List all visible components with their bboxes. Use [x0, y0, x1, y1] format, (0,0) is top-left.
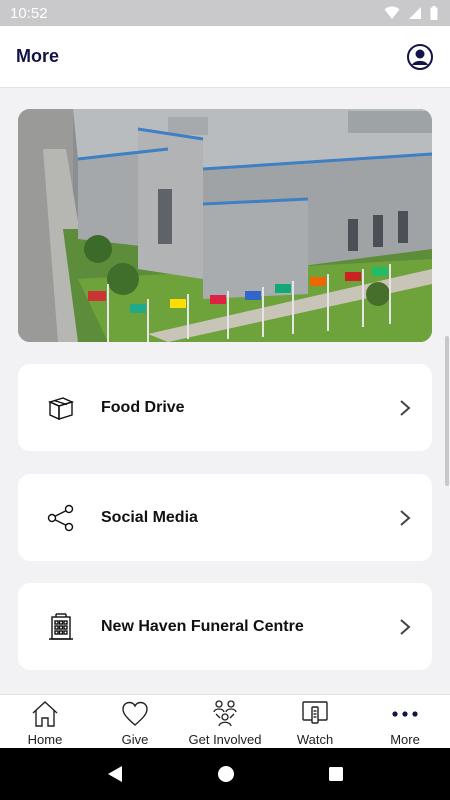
back-icon[interactable]	[106, 765, 124, 783]
status-time: 10:52	[10, 4, 48, 22]
wifi-icon	[384, 6, 400, 19]
menu-item-label: Food Drive	[101, 398, 185, 416]
hero-image	[18, 109, 432, 342]
battery-icon	[430, 6, 438, 20]
box-icon	[46, 393, 76, 423]
content-scroll[interactable]: Food Drive Social Media New Haven Funera…	[0, 88, 450, 694]
tab-watch[interactable]: Watch	[270, 695, 360, 748]
chevron-right-icon	[400, 509, 411, 526]
profile-button[interactable]	[406, 43, 434, 71]
menu-item-label: New Haven Funeral Centre	[101, 617, 304, 635]
tab-give[interactable]: Give	[90, 695, 180, 748]
heart-icon	[122, 701, 148, 726]
page-title: More	[16, 46, 60, 66]
menu-item-food-drive[interactable]: Food Drive	[18, 364, 432, 451]
tab-label: Home	[27, 732, 63, 747]
tab-label: Give	[121, 732, 149, 747]
menu-item-social-media[interactable]: Social Media	[18, 474, 432, 561]
status-icons	[384, 6, 438, 20]
bottom-tab-bar: Home Give Get Involved Watch More	[0, 694, 450, 748]
chevron-right-icon	[400, 618, 411, 635]
share-icon	[46, 503, 76, 533]
tab-label: Get Involved	[188, 732, 262, 747]
signal-icon	[409, 7, 421, 19]
system-nav-bar	[0, 748, 450, 800]
tab-more[interactable]: More	[360, 695, 450, 748]
recents-icon[interactable]	[328, 766, 344, 782]
people-icon	[213, 700, 237, 727]
app-bar: More	[0, 26, 450, 88]
church-aerial-photo	[18, 109, 432, 342]
more-dots-icon	[392, 711, 418, 717]
building-icon	[46, 612, 76, 642]
home-icon	[32, 701, 58, 727]
tab-get-involved[interactable]: Get Involved	[180, 695, 270, 748]
menu-item-label: Social Media	[101, 508, 198, 526]
tv-icon	[302, 701, 328, 724]
user-profile-icon	[407, 43, 433, 70]
menu-item-funeral-centre[interactable]: New Haven Funeral Centre	[18, 583, 432, 670]
scrollbar[interactable]	[445, 336, 449, 486]
tab-label: More	[390, 732, 420, 747]
tab-label: Watch	[296, 732, 334, 747]
chevron-right-icon	[400, 399, 411, 416]
home-circle-icon[interactable]	[217, 765, 235, 783]
tab-home[interactable]: Home	[0, 695, 90, 748]
status-bar: 10:52	[0, 0, 450, 26]
